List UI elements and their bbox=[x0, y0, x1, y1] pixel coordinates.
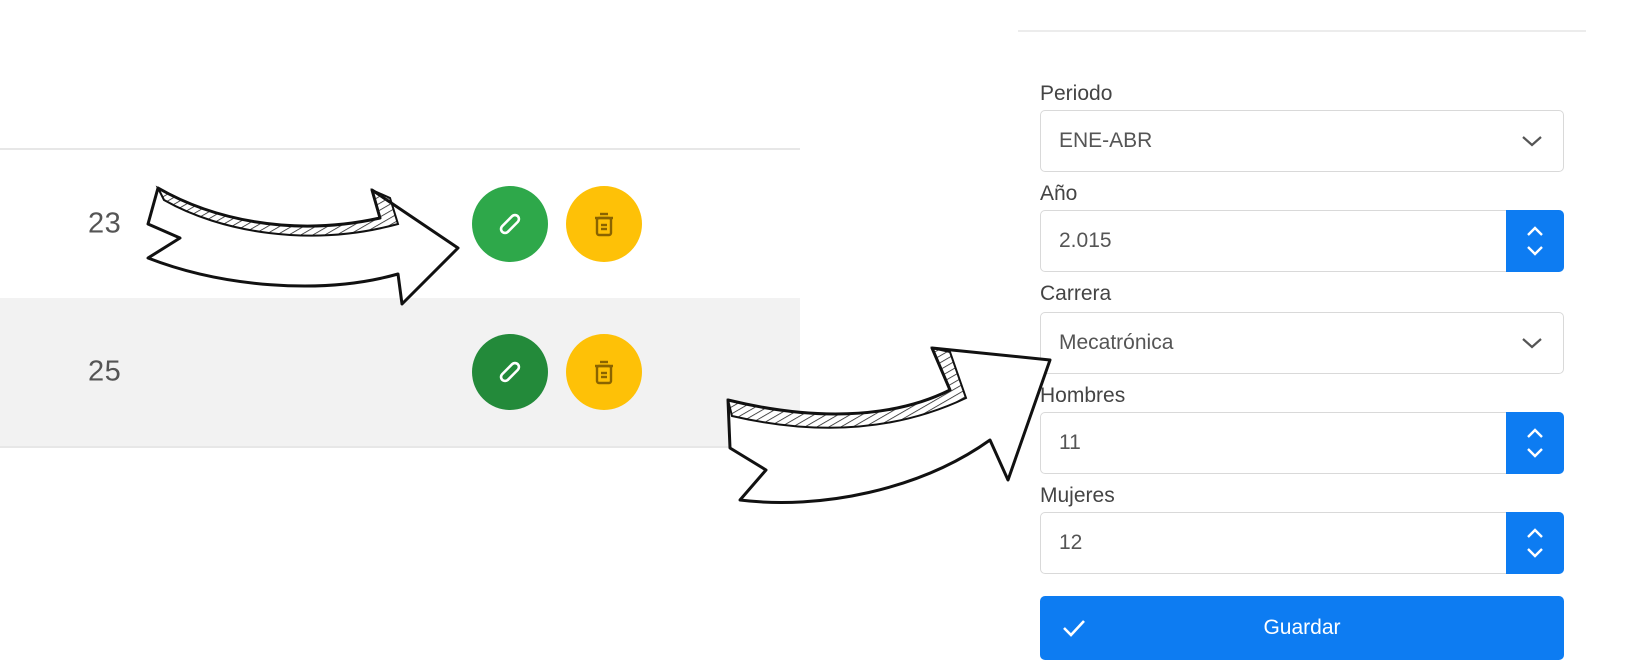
delete-button[interactable] bbox=[566, 334, 642, 410]
chevron-down-icon[interactable] bbox=[1526, 245, 1544, 256]
record-form: Periodo ENE-ABR Año 2.015 Carrera Mecatr… bbox=[1018, 0, 1588, 664]
chevron-down-icon bbox=[1522, 338, 1542, 349]
mujeres-value: 12 bbox=[1059, 531, 1083, 554]
anio-label: Año bbox=[1040, 182, 1078, 205]
anio-spinner[interactable] bbox=[1506, 210, 1564, 272]
edit-button[interactable] bbox=[472, 186, 548, 262]
pencil-icon bbox=[499, 213, 521, 235]
table-row: 23 bbox=[0, 150, 800, 298]
chevron-down-icon[interactable] bbox=[1526, 547, 1544, 558]
anio-value: 2.015 bbox=[1059, 229, 1112, 252]
carrera-label: Carrera bbox=[1040, 282, 1112, 305]
hombres-value: 11 bbox=[1059, 431, 1081, 454]
carrera-select[interactable]: Mecatrónica bbox=[1040, 312, 1564, 374]
chevron-down-icon[interactable] bbox=[1526, 447, 1544, 458]
save-button-label: Guardar bbox=[1263, 616, 1341, 639]
anio-number-input[interactable]: 2.015 bbox=[1040, 210, 1564, 272]
pencil-icon bbox=[499, 361, 521, 383]
row-value: 23 bbox=[88, 207, 122, 240]
mujeres-number-input[interactable]: 12 bbox=[1040, 512, 1564, 574]
table-divider bbox=[0, 446, 800, 448]
save-button[interactable]: Guardar bbox=[1040, 596, 1564, 660]
trash-icon bbox=[595, 360, 613, 385]
form-divider bbox=[1018, 30, 1586, 32]
periodo-label: Periodo bbox=[1040, 82, 1113, 105]
edit-button[interactable] bbox=[472, 334, 548, 410]
hombres-label: Hombres bbox=[1040, 384, 1126, 407]
row-value: 25 bbox=[88, 355, 122, 388]
carrera-value: Mecatrónica bbox=[1059, 331, 1174, 354]
mujeres-label: Mujeres bbox=[1040, 484, 1115, 507]
periodo-value: ENE-ABR bbox=[1059, 129, 1153, 152]
chevron-down-icon bbox=[1522, 136, 1542, 147]
chevron-up-icon[interactable] bbox=[1526, 428, 1544, 439]
records-table: 23 25 bbox=[0, 0, 800, 664]
periodo-select[interactable]: ENE-ABR bbox=[1040, 110, 1564, 172]
chevron-up-icon[interactable] bbox=[1526, 528, 1544, 539]
hombres-number-input[interactable]: 11 bbox=[1040, 412, 1564, 474]
trash-icon bbox=[595, 212, 613, 237]
table-row: 25 bbox=[0, 298, 800, 446]
chevron-up-icon[interactable] bbox=[1526, 226, 1544, 237]
hombres-spinner[interactable] bbox=[1506, 412, 1564, 474]
mujeres-spinner[interactable] bbox=[1506, 512, 1564, 574]
delete-button[interactable] bbox=[566, 186, 642, 262]
